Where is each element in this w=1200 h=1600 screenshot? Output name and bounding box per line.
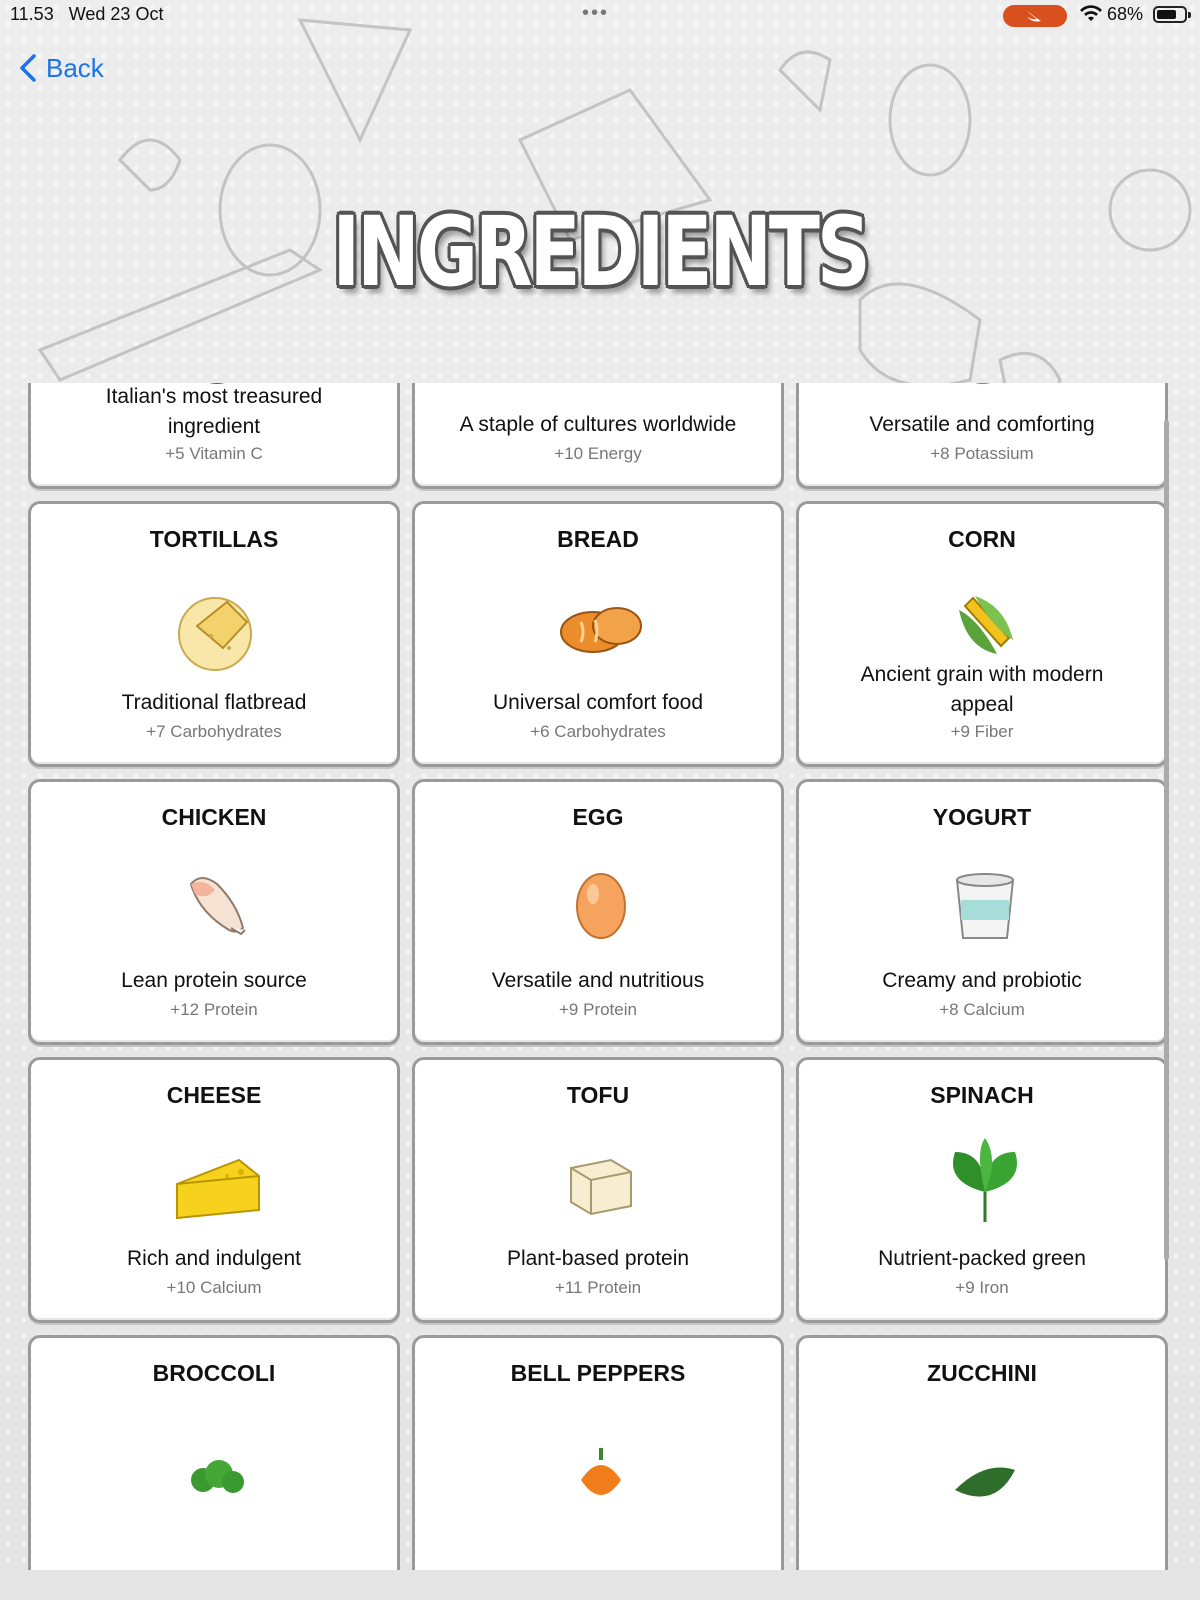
rice-bowl-icon <box>551 383 651 398</box>
ingredient-card[interactable]: CORN Ancient grain with modern appeal +9 F… <box>796 501 1168 767</box>
ingredient-bonus: +8 Calcium <box>939 1000 1025 1019</box>
ingredient-bonus: +7 Carbohydrates <box>146 722 282 741</box>
ingredient-card[interactable]: Italian's most treasured ingredient +5 Vi… <box>28 383 400 489</box>
ingredient-name: ZUCCHINI <box>927 1360 1037 1386</box>
yogurt-icon <box>935 854 1035 954</box>
ingredient-description: Italian's most treasured ingredient <box>105 385 323 438</box>
ingredient-description: Ancient grain with modern appeal <box>860 663 1104 716</box>
ingredient-description: Versatile and nutritious <box>491 969 705 992</box>
ingredient-name: YOGURT <box>932 804 1032 830</box>
ingredient-description: Creamy and probiotic <box>882 969 1082 992</box>
ingredient-card[interactable]: BROCCOLI <box>28 1335 400 1570</box>
ingredient-card[interactable]: EGG Versatile and nutritious +9 Protein <box>412 779 784 1045</box>
ingredient-bonus: +8 Potassium <box>930 444 1034 463</box>
ingredient-card[interactable]: CHEESE Rich and indulgent +10 Calcium <box>28 1057 400 1323</box>
ingredient-name: TORTILLAS <box>149 526 279 552</box>
ingredient-card[interactable]: SPINACH Nutrient-packed green +9 Iron <box>796 1057 1168 1323</box>
ingredient-bonus: +12 Protein <box>170 1000 258 1019</box>
ingredient-description: Traditional flatbread <box>121 691 307 714</box>
ingredient-bonus: +9 Fiber <box>950 722 1014 741</box>
page-title: INGREDIENTS <box>332 196 870 308</box>
ingredient-bonus: +10 Calcium <box>166 1278 262 1297</box>
ingredient-bonus: +6 Carbohydrates <box>530 722 666 741</box>
battery-percentage: 68% <box>1107 4 1144 24</box>
egg-icon <box>551 854 651 954</box>
ingredient-card[interactable]: CHICKEN Lean protein source +12 Protein <box>28 779 400 1045</box>
ingredient-card[interactable]: BREAD Universal comfort food +6 Carbohydra… <box>412 501 784 767</box>
broccoli-icon <box>167 1410 267 1510</box>
zucchini-icon <box>935 1410 1035 1510</box>
ingredient-description: Versatile and comforting <box>869 413 1095 436</box>
ingredient-card[interactable]: ZUCCHINI <box>796 1335 1168 1570</box>
bell-pepper-icon <box>551 1410 651 1510</box>
ingredient-name: TOFU <box>566 1082 630 1108</box>
ingredients-grid: Italian's most treasured ingredient +5 Vi… <box>28 383 1168 1570</box>
ingredient-bonus: +9 Protein <box>559 1000 637 1019</box>
ingredient-description: Universal comfort food <box>492 691 704 714</box>
ingredient-name: BREAD <box>557 526 639 552</box>
ingredient-description: A staple of cultures worldwide <box>459 413 737 436</box>
tofu-icon <box>551 1132 651 1232</box>
ingredient-name: EGG <box>572 804 624 830</box>
ingredient-card[interactable]: BELL PEPPERS <box>412 1335 784 1570</box>
spinach-icon <box>935 1132 1035 1232</box>
ingredient-name: CORN <box>948 526 1016 552</box>
ingredients-scroll-view[interactable]: Italian's most treasured ingredient +5 Vi… <box>28 383 1172 1570</box>
status-bar: 11.53 Wed 23 Oct ••• 68% <box>0 0 1200 30</box>
battery-icon <box>1153 6 1187 23</box>
tortilla-icon <box>167 576 267 676</box>
ingredient-card[interactable]: A staple of cultures worldwide +10 Energy <box>412 383 784 489</box>
ingredient-name: BELL PEPPERS <box>510 1360 686 1386</box>
multitasking-dots[interactable]: ••• <box>582 2 609 25</box>
ingredient-bonus: +10 Energy <box>554 444 642 463</box>
ingredient-description: Rich and indulgent <box>127 1247 301 1270</box>
ingredient-description: Plant-based protein <box>506 1247 690 1270</box>
wifi-icon <box>1080 5 1102 28</box>
potato-icon <box>935 383 1035 398</box>
ingredient-name: BROCCOLI <box>152 1360 276 1386</box>
back-label: Back <box>46 52 104 83</box>
status-time: 11.53 Wed 23 Oct <box>10 4 164 24</box>
ingredient-card[interactable]: Versatile and comforting +8 Potassium <box>796 383 1168 489</box>
cheese-icon <box>167 1132 267 1232</box>
ingredient-bonus: +11 Protein <box>554 1278 642 1297</box>
ingredient-card[interactable]: YOGURT Creamy and probiotic +8 Calcium <box>796 779 1168 1045</box>
ingredient-name: CHICKEN <box>161 804 267 830</box>
ingredient-description: Nutrient-packed green <box>878 1247 1086 1270</box>
back-button[interactable]: Back <box>18 50 104 86</box>
scrollbar[interactable] <box>1164 420 1169 1260</box>
ingredient-name: SPINACH <box>930 1082 1034 1108</box>
ingredient-description: Lean protein source <box>121 969 307 992</box>
ingredient-bonus: +9 Iron <box>955 1278 1009 1297</box>
ingredient-card[interactable]: TOFU Plant-based protein +11 Protein <box>412 1057 784 1323</box>
ingredient-bonus: +5 Vitamin C <box>165 444 263 463</box>
screen-recording-indicator[interactable] <box>1003 5 1067 27</box>
chevron-left-icon <box>20 54 36 82</box>
ingredient-name: CHEESE <box>166 1082 262 1108</box>
ingredient-card[interactable]: TORTILLAS Traditional flatbread +7 Carbohy… <box>28 501 400 767</box>
chicken-icon <box>167 854 267 954</box>
bread-icon <box>551 576 651 676</box>
swift-icon <box>1027 11 1041 22</box>
